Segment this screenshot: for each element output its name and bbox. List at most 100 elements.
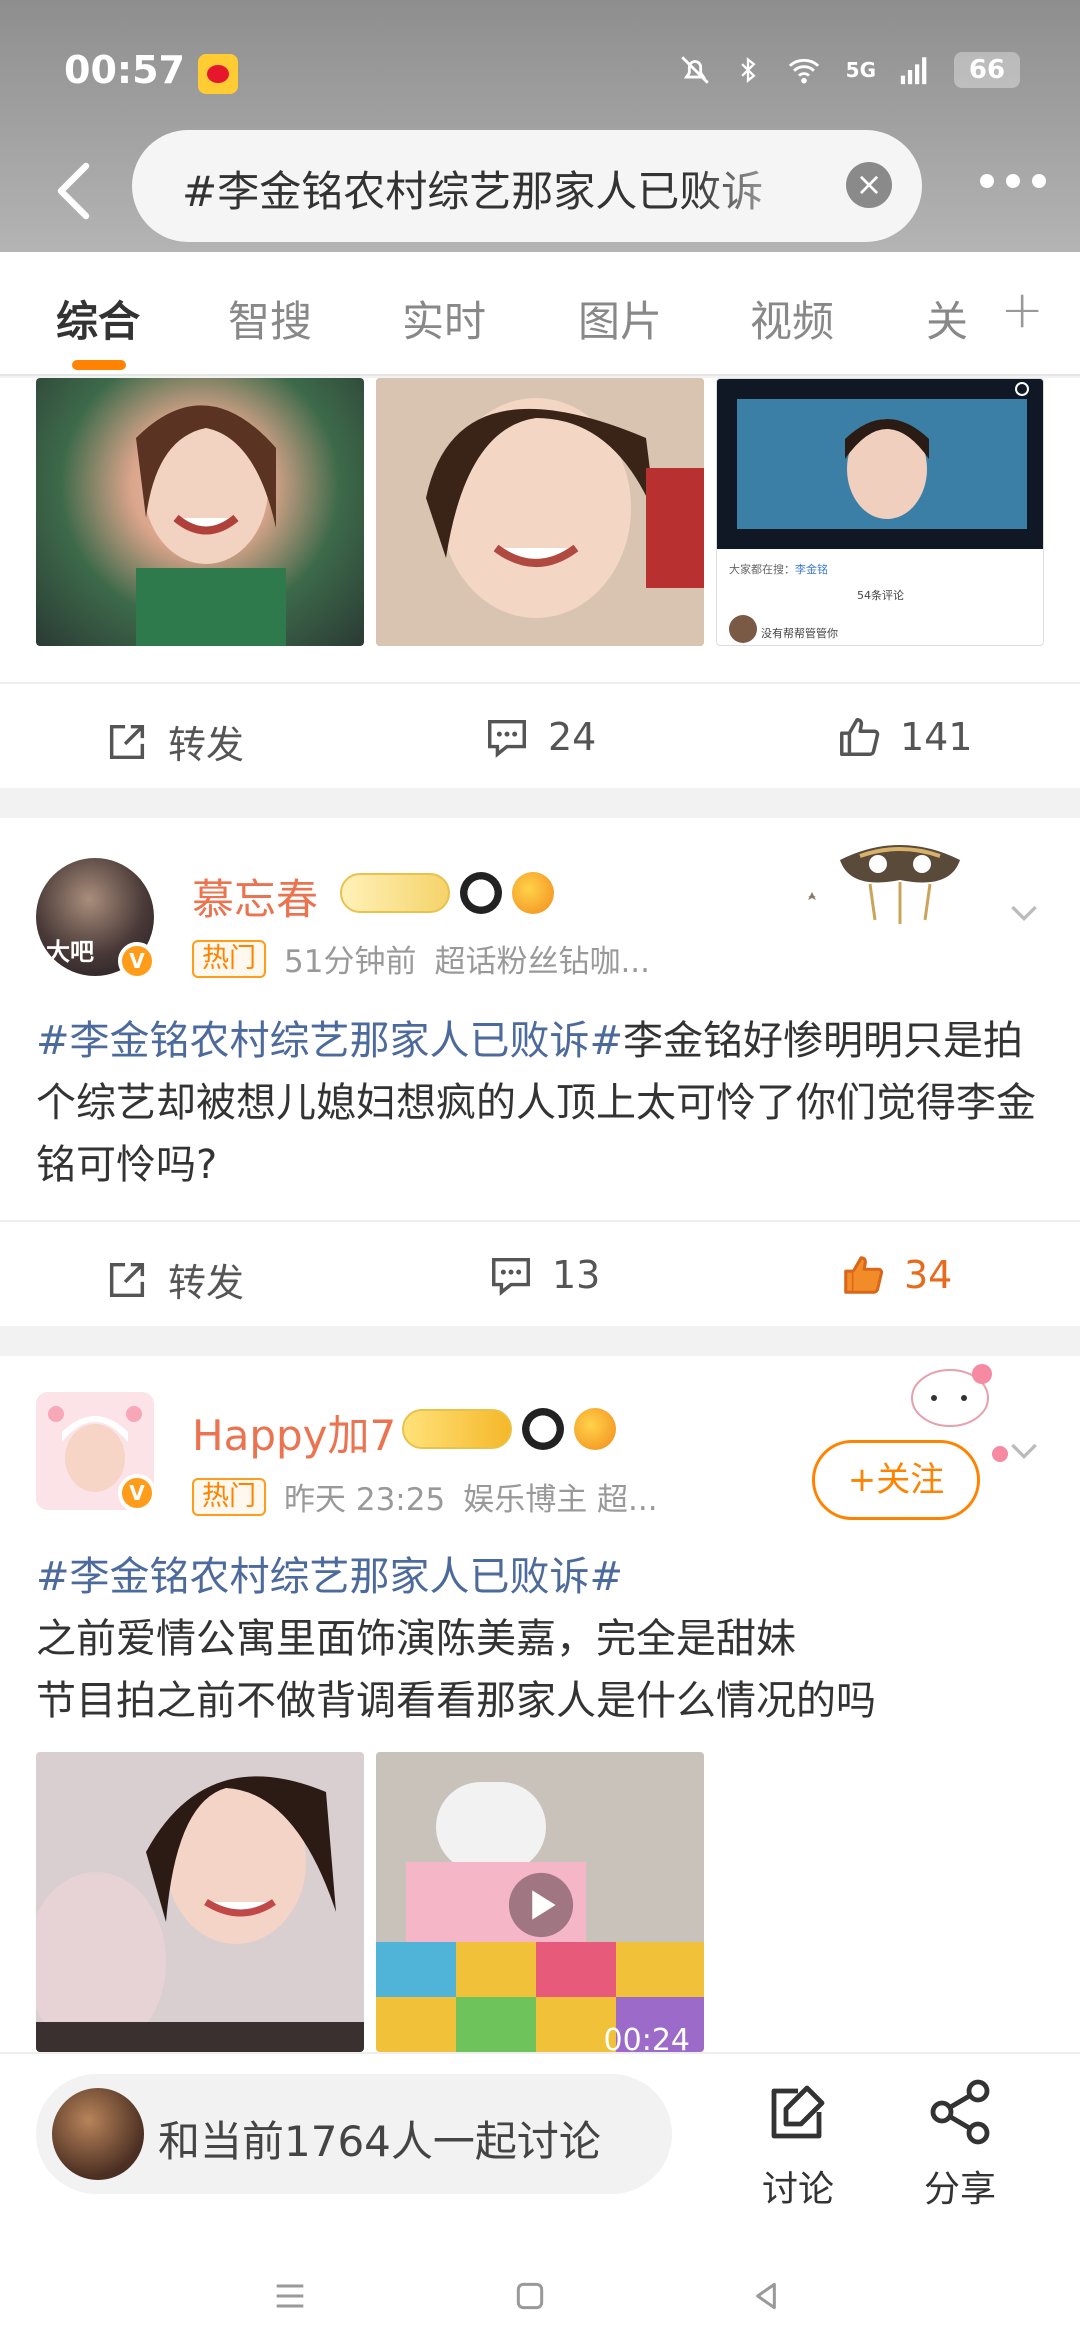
post-meta: 热门 51分钟前 超话粉丝钻咖... — [192, 936, 650, 981]
like-button[interactable]: 34 — [840, 1252, 952, 1298]
tab-related[interactable]: 关 — [926, 288, 968, 349]
repost-icon — [109, 724, 145, 759]
more-options-icon[interactable] — [980, 174, 1046, 188]
thumb-hot-search-line: 大家都在搜：李金铭 — [729, 561, 828, 577]
home-nav-icon[interactable] — [510, 2276, 550, 2316]
post-source: 娱乐博主 超... — [463, 1482, 658, 1518]
tab-images[interactable]: 图片 — [578, 288, 662, 349]
post-card: V Happy加7 +关注 热门 昨天 23:25 娱乐博主 超... #李金铭… — [0, 1356, 1080, 2052]
follow-button[interactable]: +关注 — [812, 1440, 980, 1520]
bottom-bar: 和当前1764人一起讨论 讨论 分享 — [0, 2052, 1080, 2344]
post-image-1[interactable] — [36, 1752, 364, 2052]
like-button[interactable]: 141 — [836, 714, 973, 760]
back-arrow-icon[interactable] — [46, 156, 106, 226]
thumb-hot-search-prefix: 大家都在搜： — [729, 563, 795, 576]
hot-badge: 热门 — [192, 939, 266, 978]
comment-count: 24 — [548, 715, 597, 759]
repost-icon — [109, 1262, 145, 1297]
add-tab-icon[interactable]: + — [1000, 280, 1044, 340]
woman-selfie-image — [36, 1752, 364, 2052]
post-image-2[interactable] — [376, 378, 704, 646]
status-time: 00:57 — [64, 48, 185, 92]
username[interactable]: 慕忘春 — [192, 866, 318, 927]
post-line-2: 节目拍之前不做背调看看那家人是什么情况的吗 — [36, 1678, 876, 1724]
status-icons: 5G 66 — [678, 52, 1020, 88]
bluetooth-icon — [740, 57, 756, 83]
post-card: 大家都在搜：李金铭 54条评论 没有帮帮管管你 转发 24 141 — [0, 378, 1080, 788]
back-nav-icon[interactable] — [746, 2276, 786, 2316]
mask-decoration-icon — [808, 845, 960, 924]
verified-badge-icon: V — [118, 1474, 156, 1512]
post-time: 51分钟前 — [284, 944, 417, 980]
woman-portrait-image — [376, 378, 704, 646]
active-tab-indicator — [72, 360, 126, 370]
chevron-down-icon[interactable] — [1004, 1430, 1044, 1470]
level-badge-icon — [340, 873, 450, 913]
discuss-button[interactable]: 讨论 — [738, 2076, 858, 2212]
comment-button[interactable]: 13 — [488, 1252, 600, 1298]
comment-button[interactable]: 24 — [484, 714, 596, 760]
search-input[interactable]: #李金铭农村综艺那家人已败诉 × — [132, 130, 922, 242]
discuss-label: 讨论 — [761, 2169, 834, 2210]
search-bar: #李金铭农村综艺那家人已败诉 × — [0, 130, 1080, 250]
user-badges — [402, 1408, 616, 1450]
tv-screenshot-image — [717, 379, 1043, 549]
hashtag-link[interactable]: #李金铭农村综艺那家人已败诉# — [36, 1018, 623, 1064]
post-image-1[interactable] — [36, 378, 364, 646]
battery-icon: 66 — [954, 52, 1020, 88]
post-card: 大吧 V 慕忘春 热门 51分钟前 超话粉丝钻咖... #李金铭农村综艺那家人已… — [0, 818, 1080, 1326]
signal-icon — [900, 57, 927, 85]
video-duration: 00:24 — [603, 2023, 690, 2052]
like-count: 141 — [900, 715, 973, 759]
post-source: 超话粉丝钻咖... — [434, 944, 651, 980]
discuss-input[interactable]: 和当前1764人一起讨论 — [36, 2074, 672, 2194]
tab-realtime[interactable]: 实时 — [402, 288, 486, 349]
post-text: #李金铭农村综艺那家人已败诉#李金铭好惨明明只是拍个综艺却被想儿媳妇想疯的人顶上… — [36, 1010, 1046, 1196]
system-nav-bar — [0, 2254, 1080, 2344]
share-icon — [930, 2079, 990, 2145]
post-actions: 转发 24 141 — [0, 682, 1080, 788]
clear-search-icon[interactable]: × — [846, 162, 892, 208]
wifi-icon — [788, 58, 819, 84]
crown-level-badge-icon — [402, 1409, 512, 1449]
like-count: 34 — [904, 1253, 953, 1297]
tab-videos[interactable]: 视频 — [750, 288, 834, 349]
post-time: 昨天 23:25 — [284, 1482, 446, 1518]
discuss-prompt: 和当前1764人一起讨论 — [158, 2117, 601, 2166]
repost-button[interactable]: 转发 — [104, 1252, 244, 1307]
search-query-fade — [692, 148, 832, 224]
comment-icon — [488, 719, 526, 758]
status-bar: 00:57 5G 66 — [0, 0, 1080, 150]
post-meta: 热门 昨天 23:25 娱乐博主 超... — [192, 1474, 658, 1519]
tab-comprehensive[interactable]: 综合 — [56, 288, 140, 349]
hot-badge: 热门 — [192, 1477, 266, 1516]
repost-button[interactable]: 转发 — [104, 714, 244, 769]
battery-level: 66 — [968, 55, 1006, 85]
tab-smart-search[interactable]: 智搜 — [228, 288, 312, 349]
hashtag-link[interactable]: #李金铭农村综艺那家人已败诉# — [36, 1546, 1046, 1608]
woman-smiling-image — [136, 405, 286, 646]
play-icon[interactable] — [506, 1870, 576, 1940]
menu-nav-icon[interactable] — [270, 2276, 310, 2316]
post-actions: 转发 13 34 — [0, 1220, 1080, 1326]
share-button[interactable]: 分享 — [900, 2076, 1020, 2212]
post-video-thumbnail[interactable]: 00:24 — [376, 1752, 704, 2052]
panda-icon — [522, 1408, 564, 1450]
thumbs-up-icon — [840, 718, 880, 756]
username[interactable]: Happy加7 — [192, 1402, 396, 1463]
user-badges — [340, 872, 554, 914]
post-image-3[interactable]: 大家都在搜：李金铭 54条评论 没有帮帮管管你 — [716, 378, 1044, 646]
panda-icon — [460, 872, 502, 914]
post-line-1: 之前爱情公寓里面饰演陈美嘉，完全是甜妹 — [36, 1616, 796, 1662]
share-label: 分享 — [923, 2169, 996, 2210]
weibo-notification-icon — [198, 54, 238, 94]
chevron-down-icon[interactable] — [1004, 892, 1044, 932]
thumb-hot-search-link: 李金铭 — [795, 563, 828, 576]
repost-label: 转发 — [168, 1261, 245, 1305]
avatar-text: 大吧 — [46, 938, 94, 966]
network-label: 5G — [845, 58, 876, 82]
thumb-avatar — [729, 615, 757, 643]
thumb-comment-text: 没有帮帮管管你 — [761, 627, 838, 640]
edit-icon — [771, 2085, 825, 2139]
mute-icon — [680, 56, 709, 84]
